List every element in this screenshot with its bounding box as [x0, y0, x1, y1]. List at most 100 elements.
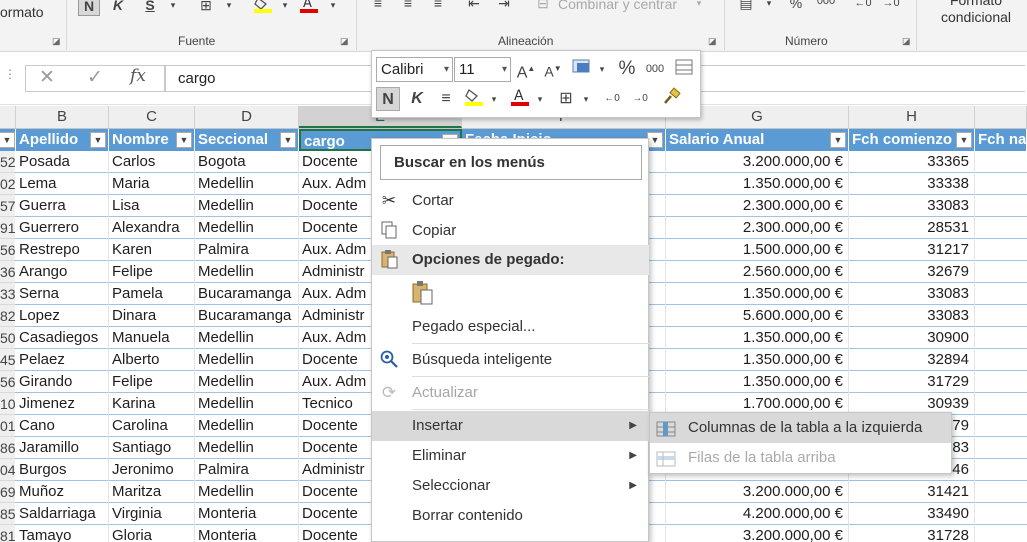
fill-color-icon[interactable]: [462, 87, 486, 111]
table-cell[interactable]: Monteria: [195, 503, 299, 525]
table-cell[interactable]: 28531: [849, 217, 975, 239]
decrease-indent-icon[interactable]: ⇤: [464, 0, 484, 14]
row-number[interactable]: 69: [0, 481, 15, 503]
table-cell[interactable]: Maria: [109, 173, 195, 195]
table-cell[interactable]: Lisa: [109, 195, 195, 217]
menu-item-copiar[interactable]: Copiar: [372, 216, 649, 246]
italic-button[interactable]: K: [108, 0, 128, 16]
font-name-select[interactable]: Calibri ▾: [376, 57, 453, 82]
column-header[interactable]: [975, 106, 1027, 128]
borders-icon[interactable]: ⊞: [196, 0, 216, 16]
table-cell[interactable]: Cano: [16, 415, 109, 437]
table-cell[interactable]: Bogota: [195, 151, 299, 173]
percent-button[interactable]: %: [616, 57, 638, 81]
filter-dropdown-icon[interactable]: ▼: [647, 132, 663, 148]
table-cell[interactable]: Jeronimo: [109, 459, 195, 481]
table-cell[interactable]: 3.200.000,00 €: [666, 525, 849, 542]
chevron-down-icon[interactable]: ▾: [596, 57, 608, 81]
align-left-icon[interactable]: ≡: [368, 0, 388, 14]
chevron-down-icon[interactable]: ▾: [278, 0, 292, 16]
menu-item-eliminar[interactable]: Eliminar ▶: [372, 441, 649, 471]
italic-button[interactable]: K: [406, 87, 428, 111]
submenu-item-filas-arriba[interactable]: Filas de la tabla arriba: [650, 443, 951, 473]
row-number[interactable]: 04: [0, 459, 15, 481]
table-cell[interactable]: 1.500.000,00 €: [666, 239, 849, 261]
table-cell[interactable]: Dinara: [109, 305, 195, 327]
bold-button[interactable]: N: [78, 0, 100, 16]
table-cell[interactable]: 1.350.000,00 €: [666, 283, 849, 305]
table-cell[interactable]: Medellin: [195, 195, 299, 217]
table-cell[interactable]: Alberto: [109, 349, 195, 371]
table-cell[interactable]: Pamela: [109, 283, 195, 305]
table-cell[interactable]: Restrepo: [16, 239, 109, 261]
grow-font-icon[interactable]: A▲: [515, 57, 537, 81]
table-cell[interactable]: Palmira: [195, 459, 299, 481]
currency-icon[interactable]: ▤: [736, 0, 756, 14]
format-table-icon[interactable]: [672, 57, 696, 81]
table-cell[interactable]: Serna: [16, 283, 109, 305]
table-cell[interactable]: Medellin: [195, 415, 299, 437]
table-cell[interactable]: Virginia: [109, 503, 195, 525]
formato-label[interactable]: ormato: [0, 4, 44, 20]
table-cell[interactable]: Monteria: [195, 525, 299, 542]
table-cell[interactable]: Alexandra: [109, 217, 195, 239]
merge-icon[interactable]: ⊟: [534, 0, 552, 14]
increase-decimal-icon[interactable]: ←0: [600, 87, 624, 111]
table-cell[interactable]: Santiago: [109, 437, 195, 459]
table-cell[interactable]: 2.300.000,00 €: [666, 195, 849, 217]
table-cell[interactable]: Karen: [109, 239, 195, 261]
table-cell[interactable]: 1.350.000,00 €: [666, 173, 849, 195]
chevron-down-icon[interactable]: ▾: [222, 0, 236, 16]
submenu-item-columnas-izquierda[interactable]: Columnas de la tabla a la izquierda: [650, 413, 951, 443]
menu-item-cortar[interactable]: ✂ Cortar: [372, 186, 649, 216]
table-cell[interactable]: 33490: [849, 503, 975, 525]
enter-icon[interactable]: ✓: [84, 66, 106, 92]
table-cell[interactable]: Guerrero: [16, 217, 109, 239]
paste-option-icon[interactable]: [410, 279, 436, 307]
table-cell[interactable]: Carolina: [109, 415, 195, 437]
filter-dropdown-icon[interactable]: ▼: [956, 132, 972, 148]
table-cell[interactable]: Felipe: [109, 261, 195, 283]
row-number[interactable]: 82: [0, 305, 15, 327]
table-cell[interactable]: Medellin: [195, 481, 299, 503]
table-cell[interactable]: Guerra: [16, 195, 109, 217]
shrink-font-icon[interactable]: A▼: [542, 57, 564, 81]
align-center-icon[interactable]: ≡: [398, 0, 418, 14]
chevron-down-icon[interactable]: ▾: [534, 87, 546, 111]
table-cell[interactable]: Saldarriaga: [16, 503, 109, 525]
table-cell[interactable]: 32894: [849, 349, 975, 371]
table-cell[interactable]: 2.560.000,00 €: [666, 261, 849, 283]
decrease-decimal-icon[interactable]: →0: [880, 0, 902, 14]
table-cell[interactable]: 33083: [849, 283, 975, 305]
table-cell[interactable]: 3.200.000,00 €: [666, 481, 849, 503]
cancel-icon[interactable]: ✕: [36, 66, 58, 92]
fuente-launcher-icon[interactable]: ◪: [340, 36, 349, 47]
filter-dropdown-icon[interactable]: ▼: [280, 132, 296, 148]
font-size-select[interactable]: 11 ▾: [454, 57, 511, 82]
table-cell[interactable]: Medellin: [195, 437, 299, 459]
underline-button[interactable]: S: [140, 0, 160, 16]
table-cell[interactable]: Lema: [16, 173, 109, 195]
table-cell[interactable]: Tamayo: [16, 525, 109, 542]
increase-decimal-icon[interactable]: ←0: [852, 0, 874, 14]
table-cell[interactable]: Bucaramanga: [195, 283, 299, 305]
menu-item-pegado-especial[interactable]: Pegado especial...: [372, 312, 649, 342]
table-cell[interactable]: Burgos: [16, 459, 109, 481]
filter-dropdown-icon[interactable]: ▼: [830, 132, 846, 148]
table-cell[interactable]: 4.200.000,00 €: [666, 503, 849, 525]
increase-indent-icon[interactable]: ⇥: [494, 0, 514, 14]
menu-item-seleccionar[interactable]: Seleccionar ▶: [372, 471, 649, 501]
row-number[interactable]: 52: [0, 151, 15, 173]
table-cell[interactable]: Medellin: [195, 217, 299, 239]
table-cell[interactable]: Felipe: [109, 371, 195, 393]
row-number[interactable]: 56: [0, 239, 15, 261]
select-all-corner[interactable]: [0, 106, 16, 128]
table-cell[interactable]: Posada: [16, 151, 109, 173]
table-cell[interactable]: 33083: [849, 305, 975, 327]
chevron-down-icon[interactable]: ▾: [488, 87, 500, 111]
portapapeles-launcher-icon[interactable]: ◪: [52, 36, 61, 47]
table-cell[interactable]: 1.350.000,00 €: [666, 371, 849, 393]
menu-item-borrar-contenido[interactable]: Borrar contenido: [372, 501, 649, 531]
chevron-down-icon[interactable]: ▾: [580, 87, 592, 111]
chevron-down-icon[interactable]: ▾: [166, 0, 180, 16]
